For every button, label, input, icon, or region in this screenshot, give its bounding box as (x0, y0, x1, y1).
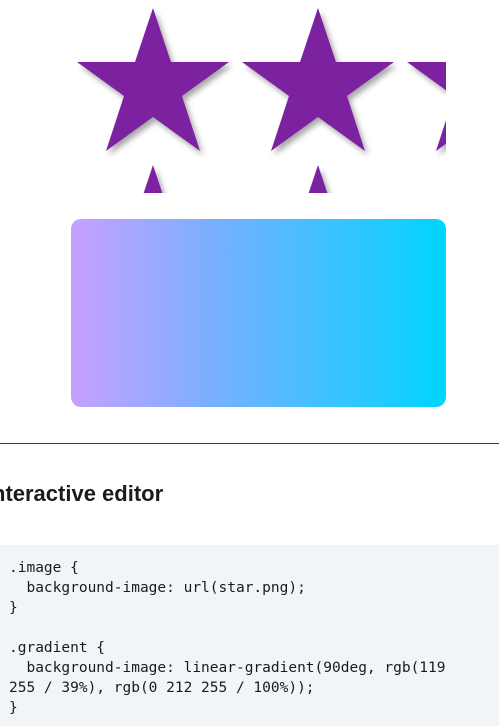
star-image-demo (71, 0, 446, 193)
code-line: } (9, 700, 18, 716)
star-icon (407, 8, 446, 151)
star-pattern (77, 8, 446, 193)
code-line: .image { (9, 560, 79, 576)
code-listing: .image { background-image: url(star.png)… (0, 545, 499, 718)
code-line: background-image: linear-gradient(90deg,… (9, 660, 446, 676)
star-icon (242, 165, 394, 193)
code-line: } (9, 600, 18, 616)
section-heading: nteractive editor (0, 481, 164, 506)
star-icon (77, 8, 229, 151)
code-line: 255 / 39%), rgb(0 212 255 / 100%)); (9, 680, 315, 696)
gradient-demo-box (71, 219, 446, 407)
code-line: .gradient { (9, 640, 106, 656)
star-icon (77, 165, 229, 193)
section-divider (0, 443, 499, 444)
star-icon (407, 165, 446, 193)
star-icon (242, 8, 394, 151)
code-line: background-image: url(star.png); (9, 580, 306, 596)
css-code-block[interactable]: .image { background-image: url(star.png)… (0, 545, 499, 726)
